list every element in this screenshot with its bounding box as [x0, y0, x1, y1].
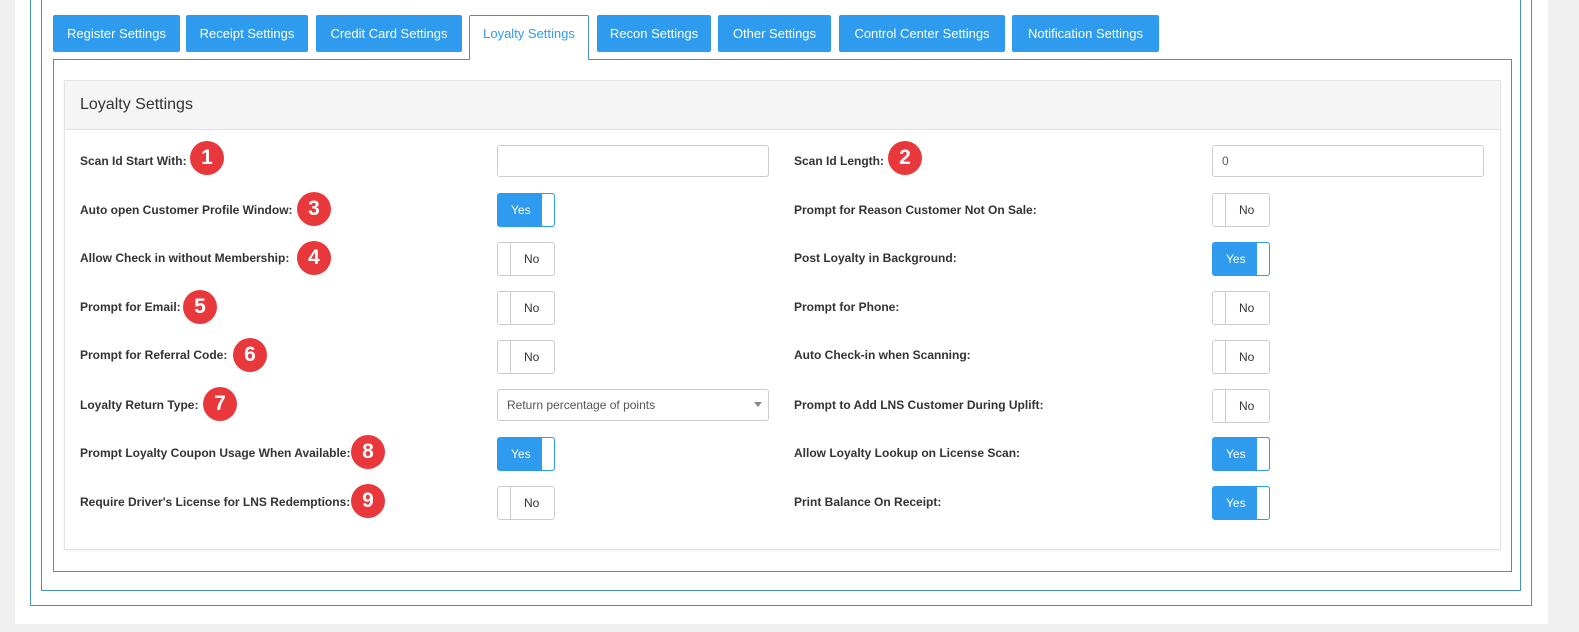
- toggle-state-text: No: [524, 301, 540, 315]
- toggle-prompt-reason-customer-not-on-sale[interactable]: No: [1212, 193, 1270, 227]
- toggle-state-text: No: [524, 496, 540, 510]
- callout-badge-6: 6: [233, 338, 267, 372]
- toggle-prompt-for-phone[interactable]: No: [1212, 291, 1270, 325]
- tab-other-settings[interactable]: Other Settings: [718, 15, 831, 52]
- callout-badge-4: 4: [297, 241, 331, 275]
- toggle-state-text: Yes: [1226, 447, 1246, 461]
- callout-badge-9: 9: [351, 484, 385, 518]
- label-scan-id-start-with: Scan Id Start With:: [80, 154, 187, 168]
- card-title: Loyalty Settings: [80, 96, 193, 113]
- label-auto-check-in-when-scanning: Auto Check-in when Scanning:: [794, 348, 971, 362]
- toggle-state-text: Yes: [511, 203, 531, 217]
- callout-badge-1: 1: [190, 141, 224, 175]
- toggle-knob: [498, 341, 511, 373]
- tab-notification-settings[interactable]: Notification Settings: [1012, 15, 1159, 52]
- label-prompt-for-referral-code: Prompt for Referral Code:: [80, 348, 228, 362]
- tab-recon-settings[interactable]: Recon Settings: [597, 15, 711, 52]
- toggle-allow-check-in-without-membership[interactable]: No: [497, 242, 555, 276]
- label-post-loyalty-in-background: Post Loyalty in Background:: [794, 251, 957, 265]
- callout-badge-3: 3: [297, 192, 331, 226]
- toggle-knob: [498, 292, 511, 324]
- toggle-state-text: Yes: [1226, 496, 1246, 510]
- callout-badge-2: 2: [888, 141, 922, 175]
- label-allow-check-in-without-membership: Allow Check in without Membership:: [80, 251, 290, 265]
- label-allow-loyalty-lookup-license-scan: Allow Loyalty Lookup on License Scan:: [794, 446, 1021, 460]
- toggle-knob: [1256, 487, 1269, 519]
- select-value: Return percentage of points: [507, 398, 656, 412]
- toggle-state-text: No: [1239, 301, 1255, 315]
- label-require-drivers-license: Require Driver's License for LNS Redempt…: [80, 495, 351, 509]
- label-print-balance-on-receipt: Print Balance On Receipt:: [794, 495, 942, 509]
- toggle-knob: [1213, 341, 1226, 373]
- toggle-state-text: No: [1239, 350, 1255, 364]
- toggle-state-text: No: [524, 350, 540, 364]
- toggle-state-text: No: [524, 252, 540, 266]
- label-prompt-for-email: Prompt for Email:: [80, 300, 181, 314]
- label-prompt-add-lns-customer: Prompt to Add LNS Customer During Uplift…: [794, 398, 1044, 412]
- toggle-prompt-for-email[interactable]: No: [497, 291, 555, 325]
- toggle-knob: [1213, 390, 1226, 422]
- toggle-state-text: No: [1239, 203, 1255, 217]
- label-scan-id-length: Scan Id Length:: [794, 154, 884, 168]
- tab-control-center-settings[interactable]: Control Center Settings: [839, 15, 1005, 52]
- scan-id-start-with-input[interactable]: [497, 145, 769, 177]
- toggle-auto-open-customer-profile[interactable]: Yes: [497, 193, 555, 227]
- label-prompt-reason-customer-not-on-sale: Prompt for Reason Customer Not On Sale:: [794, 203, 1037, 217]
- scan-id-length-input[interactable]: [1212, 145, 1484, 177]
- toggle-knob: [1256, 243, 1269, 275]
- toggle-knob: [1213, 194, 1226, 226]
- toggle-post-loyalty-in-background[interactable]: Yes: [1212, 242, 1270, 276]
- toggle-state-text: Yes: [1226, 252, 1246, 266]
- toggle-knob: [1213, 292, 1226, 324]
- toggle-knob: [541, 438, 554, 470]
- toggle-prompt-for-referral-code[interactable]: No: [497, 340, 555, 374]
- toggle-knob: [498, 243, 511, 275]
- toggle-state-text: Yes: [511, 447, 531, 461]
- toggle-knob: [1256, 438, 1269, 470]
- callout-badge-8: 8: [351, 435, 385, 469]
- label-prompt-loyalty-coupon-usage: Prompt Loyalty Coupon Usage When Availab…: [80, 446, 351, 460]
- tab-credit-card-settings[interactable]: Credit Card Settings: [316, 15, 462, 52]
- card-header: Loyalty Settings: [65, 81, 1500, 130]
- label-auto-open-customer-profile: Auto open Customer Profile Window:: [80, 203, 293, 217]
- toggle-knob: [498, 487, 511, 519]
- toggle-print-balance-on-receipt[interactable]: Yes: [1212, 486, 1270, 520]
- toggle-knob: [541, 194, 554, 226]
- toggle-auto-check-in-when-scanning[interactable]: No: [1212, 340, 1270, 374]
- tab-loyalty-settings[interactable]: Loyalty Settings: [469, 15, 589, 60]
- toggle-state-text: No: [1239, 399, 1255, 413]
- tab-register-settings[interactable]: Register Settings: [53, 15, 180, 52]
- toggle-allow-loyalty-lookup-license-scan[interactable]: Yes: [1212, 437, 1270, 471]
- toggle-prompt-loyalty-coupon-usage[interactable]: Yes: [497, 437, 555, 471]
- label-loyalty-return-type: Loyalty Return Type:: [80, 398, 199, 412]
- callout-badge-7: 7: [203, 387, 237, 421]
- caret-down-icon: [754, 402, 762, 407]
- label-prompt-for-phone: Prompt for Phone:: [794, 300, 900, 314]
- callout-badge-5: 5: [183, 290, 217, 324]
- loyalty-return-type-select[interactable]: Return percentage of points: [497, 389, 769, 421]
- tab-receipt-settings[interactable]: Receipt Settings: [186, 15, 308, 52]
- toggle-prompt-add-lns-customer[interactable]: No: [1212, 389, 1270, 423]
- toggle-require-drivers-license[interactable]: No: [497, 486, 555, 520]
